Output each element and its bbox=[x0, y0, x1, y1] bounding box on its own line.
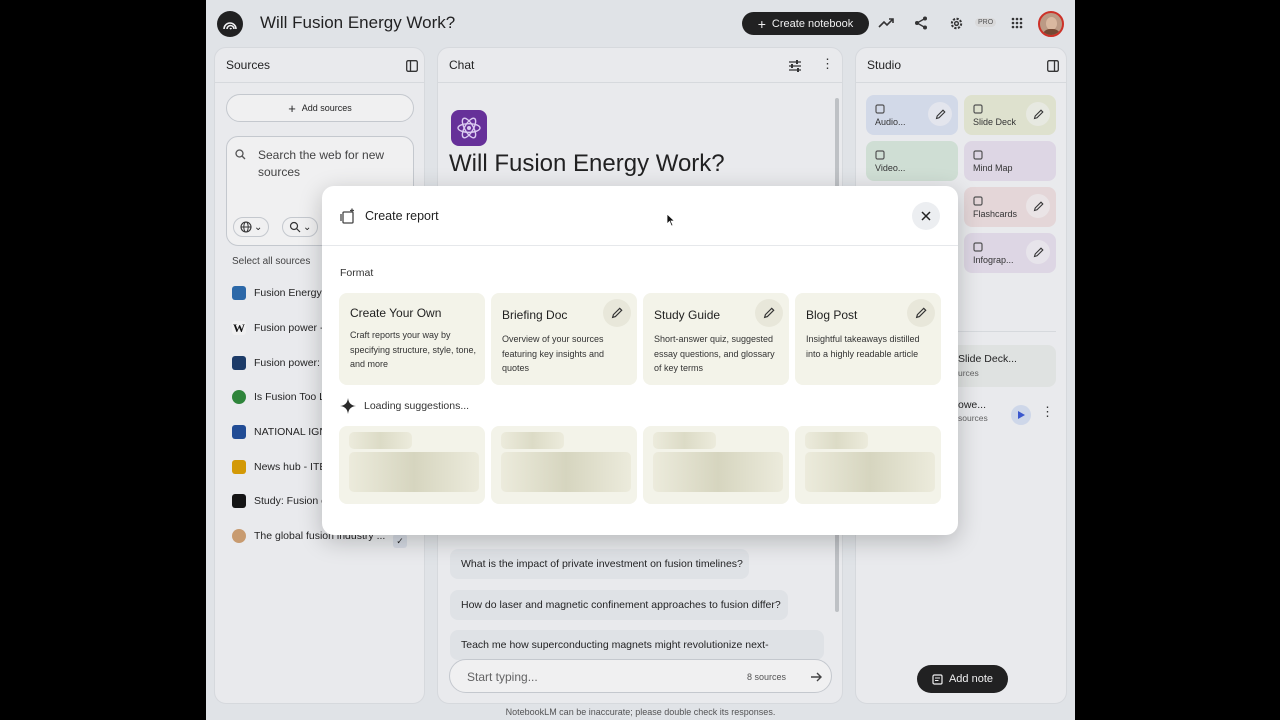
loading-suggestions: Loading suggestions... bbox=[340, 398, 469, 414]
create-your-own-card[interactable]: Create Your Own Craft reports your way by… bbox=[339, 293, 485, 385]
briefing-doc-card[interactable]: Briefing Doc Overview of your sources fea… bbox=[491, 293, 637, 385]
suggestion-skeleton bbox=[491, 426, 637, 504]
card-title: Create Your Own bbox=[350, 306, 442, 320]
card-description: Overview of your sources featuring key i… bbox=[502, 334, 605, 373]
card-description: Craft reports your way by specifying str… bbox=[350, 330, 477, 369]
pencil-edit-icon[interactable] bbox=[603, 299, 631, 327]
suggestion-skeleton bbox=[643, 426, 789, 504]
suggestion-skeleton bbox=[795, 426, 941, 504]
pencil-edit-icon[interactable] bbox=[907, 299, 935, 327]
card-title: Study Guide bbox=[654, 308, 721, 322]
card-title: Blog Post bbox=[806, 308, 858, 322]
dialog-title: Create report bbox=[365, 209, 439, 223]
card-title: Briefing Doc bbox=[502, 308, 568, 322]
study-guide-card[interactable]: Study Guide Short-answer quiz, suggested … bbox=[643, 293, 789, 385]
mouse-pointer-icon bbox=[666, 213, 676, 232]
create-report-dialog: Create report Format Create Your Own Craf… bbox=[322, 186, 958, 535]
report-add-icon bbox=[340, 208, 356, 229]
card-description: Insightful takeaways distilled into a hi… bbox=[806, 334, 920, 359]
blog-post-card[interactable]: Blog Post Insightful takeaways distilled … bbox=[795, 293, 941, 385]
loading-label: Loading suggestions... bbox=[364, 400, 470, 412]
pencil-edit-icon[interactable] bbox=[755, 299, 783, 327]
format-label: Format bbox=[340, 267, 374, 279]
card-description: Short-answer quiz, suggested essay quest… bbox=[654, 334, 775, 373]
sparkle-icon bbox=[340, 398, 356, 414]
suggestion-skeleton bbox=[339, 426, 485, 504]
close-icon[interactable] bbox=[912, 202, 940, 230]
